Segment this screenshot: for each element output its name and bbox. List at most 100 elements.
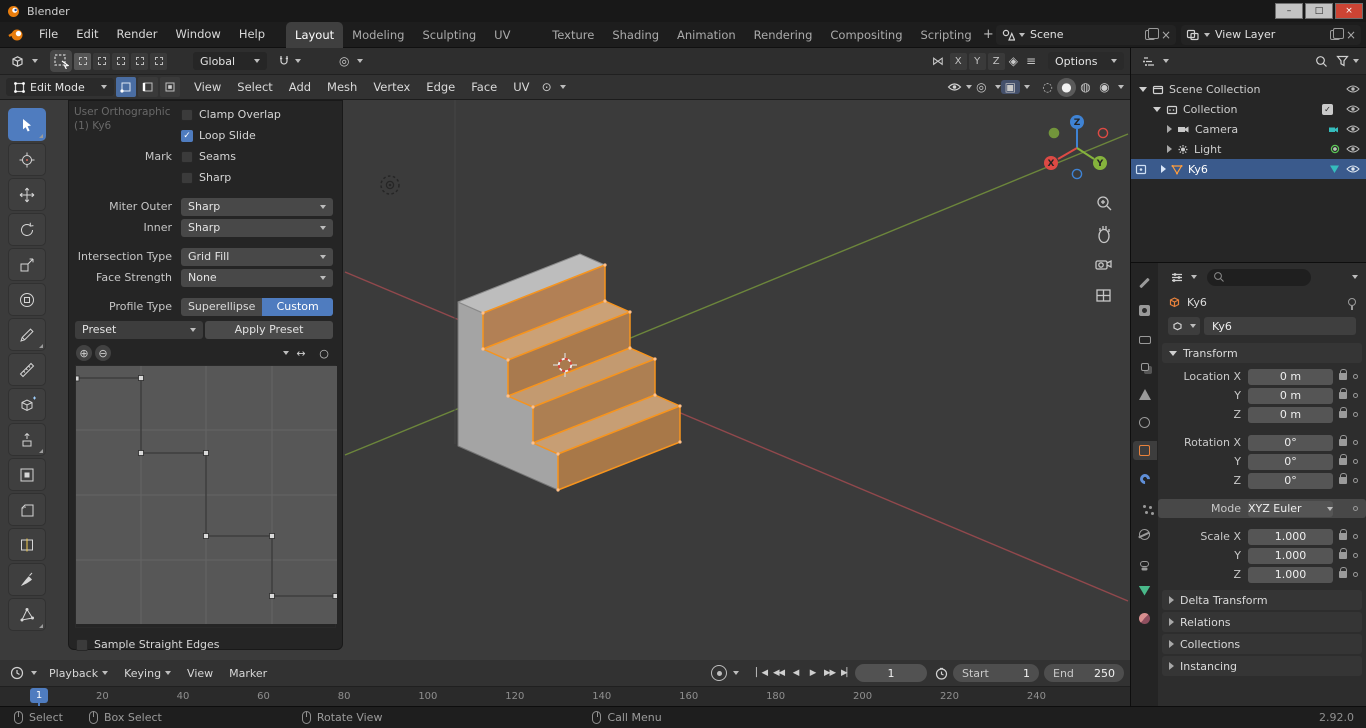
- menu-item[interactable]: Edit: [67, 22, 107, 47]
- miter-outer-dropdown[interactable]: Sharp: [181, 198, 333, 216]
- close-button[interactable]: ×: [1335, 3, 1363, 19]
- unlink-scene-icon[interactable]: ×: [1161, 30, 1171, 40]
- tool-rotate[interactable]: [8, 213, 46, 246]
- pivot-point-icon[interactable]: ⊙: [538, 80, 556, 94]
- tool-bevel[interactable]: [8, 493, 46, 526]
- transform-value-field[interactable]: 0°: [1248, 473, 1333, 489]
- snap-magnet-icon[interactable]: [277, 54, 291, 68]
- timeline-menu-item[interactable]: View: [179, 667, 221, 680]
- viewport-menu-item[interactable]: Add: [281, 80, 319, 94]
- show-object-types-eye-icon[interactable]: [947, 82, 962, 92]
- tool-poly-build[interactable]: [8, 598, 46, 631]
- outliner-row-collection[interactable]: Collection ✓: [1131, 99, 1366, 119]
- transform-orientation-dropdown[interactable]: Global: [193, 52, 267, 70]
- workspace-tab[interactable]: Modeling: [343, 22, 413, 48]
- animate-dot-icon[interactable]: [1353, 412, 1358, 417]
- transform-value-field[interactable]: 0°: [1248, 454, 1333, 470]
- outliner-row-scene-collection[interactable]: Scene Collection: [1131, 79, 1366, 99]
- select-mode-set-button[interactable]: [74, 53, 91, 70]
- edge-select-button[interactable]: [138, 77, 158, 97]
- new-view-layer-icon[interactable]: [1330, 30, 1340, 40]
- collapsed-panel-header[interactable]: Delta Transform: [1162, 590, 1362, 610]
- mark-sharp-checkbox[interactable]: Sharp: [181, 171, 333, 184]
- lock-icon[interactable]: [1339, 533, 1347, 540]
- tool-loop-cut[interactable]: [8, 528, 46, 561]
- transform-value-field[interactable]: XYZ Euler: [1248, 501, 1333, 517]
- overlays-chevron[interactable]: [1024, 85, 1030, 89]
- sample-straight-edges-checkbox[interactable]: Sample Straight Edges: [76, 638, 333, 651]
- transform-value-field[interactable]: 1.000: [1248, 548, 1333, 564]
- tool-extrude-region[interactable]: [8, 423, 46, 456]
- workspace-tab[interactable]: Compositing: [821, 22, 911, 48]
- object-name-field[interactable]: Ky6: [1204, 317, 1356, 335]
- collection-checkbox[interactable]: ✓: [1322, 104, 1333, 115]
- outliner-row-light[interactable]: Light: [1131, 139, 1366, 159]
- gizmos-chevron[interactable]: [995, 85, 1001, 89]
- current-frame-field[interactable]: 1: [855, 664, 927, 682]
- tool-transform[interactable]: [8, 283, 46, 316]
- animate-dot-icon[interactable]: [1353, 478, 1358, 483]
- playback-button[interactable]: ▶: [804, 665, 821, 681]
- properties-tab-object[interactable]: [1133, 441, 1157, 460]
- shading-mode-button[interactable]: ◉: [1095, 78, 1114, 97]
- transform-value-field[interactable]: 1.000: [1248, 529, 1333, 545]
- animate-dot-icon[interactable]: [1353, 374, 1358, 379]
- animate-dot-icon[interactable]: [1353, 572, 1358, 577]
- viewport-menu-item[interactable]: Edge: [418, 80, 463, 94]
- animate-dot-icon[interactable]: [1353, 459, 1358, 464]
- edit-option-icon-1[interactable]: ◈: [1005, 54, 1022, 68]
- auto-keying-button[interactable]: [711, 665, 727, 681]
- timeline-menu-item[interactable]: Playback: [41, 667, 116, 680]
- new-scene-icon[interactable]: [1145, 30, 1155, 40]
- custom-profile-curve-widget[interactable]: [75, 365, 336, 628]
- tool-measure[interactable]: [8, 353, 46, 386]
- pin-icon[interactable]: [1348, 298, 1356, 306]
- viewport-menu-item[interactable]: Vertex: [365, 80, 418, 94]
- disclosure-triangle-icon[interactable]: [1139, 87, 1147, 92]
- viewport-menu-item[interactable]: Face: [463, 80, 505, 94]
- animate-dot-icon[interactable]: [1353, 553, 1358, 558]
- properties-editor-selector[interactable]: [1166, 271, 1201, 284]
- orthographic-toggle-icon[interactable]: [1097, 290, 1110, 301]
- workspace-tab[interactable]: Scripting: [912, 22, 981, 48]
- lock-icon[interactable]: [1339, 552, 1347, 559]
- scene-selector[interactable]: Scene ×: [996, 25, 1176, 45]
- shading-mode-button[interactable]: ●: [1057, 78, 1076, 97]
- hide-eye-icon[interactable]: [1346, 164, 1360, 174]
- timeline-menu-item[interactable]: Keying: [116, 667, 179, 680]
- maximize-button[interactable]: □: [1305, 3, 1333, 19]
- mode-selector[interactable]: Edit Mode: [6, 78, 114, 96]
- tool-tweak-select[interactable]: [8, 108, 46, 141]
- hide-eye-icon[interactable]: [1346, 84, 1360, 94]
- xray-toggle-icon[interactable]: ▣: [1001, 80, 1020, 94]
- disclosure-triangle-icon[interactable]: [1167, 145, 1172, 153]
- properties-tab-particles[interactable]: [1133, 497, 1157, 516]
- playback-button[interactable]: ◀◀: [770, 665, 787, 681]
- playback-button[interactable]: ▏◀: [753, 665, 770, 681]
- light-data-icon[interactable]: [1330, 144, 1340, 154]
- keying-chevron[interactable]: [733, 671, 739, 675]
- properties-tab-material[interactable]: [1133, 609, 1157, 628]
- filter-funnel-icon[interactable]: [1336, 55, 1349, 67]
- properties-tab-tool[interactable]: [1133, 273, 1157, 292]
- menu-item[interactable]: File: [30, 22, 67, 47]
- disclosure-triangle-icon[interactable]: [1167, 125, 1172, 133]
- face-strength-dropdown[interactable]: None: [181, 269, 333, 287]
- workspace-tab[interactable]: Texture Paint: [543, 22, 603, 48]
- curve-handle-button[interactable]: ○: [316, 345, 332, 361]
- viewport-menu-item[interactable]: Mesh: [319, 80, 365, 94]
- frame-start-field[interactable]: Start1: [953, 664, 1039, 682]
- animate-dot-icon[interactable]: [1353, 440, 1358, 445]
- mark-seams-checkbox[interactable]: Seams: [181, 150, 333, 163]
- timeline-ruler[interactable]: 20406080100120140160180200220240 1: [0, 686, 1130, 706]
- outliner-row-camera[interactable]: Camera: [1131, 119, 1366, 139]
- minimize-button[interactable]: –: [1275, 3, 1303, 19]
- edit-option-icon-2[interactable]: ≡: [1022, 54, 1040, 68]
- hide-eye-icon[interactable]: [1346, 124, 1360, 134]
- shading-chevron[interactable]: [1118, 85, 1124, 89]
- viewport-menu-item[interactable]: View: [186, 80, 229, 94]
- preset-dropdown[interactable]: Preset: [75, 321, 203, 339]
- options-dropdown[interactable]: Options: [1048, 52, 1124, 70]
- properties-tab-output[interactable]: [1133, 329, 1157, 348]
- use-preview-range-icon[interactable]: [935, 667, 948, 680]
